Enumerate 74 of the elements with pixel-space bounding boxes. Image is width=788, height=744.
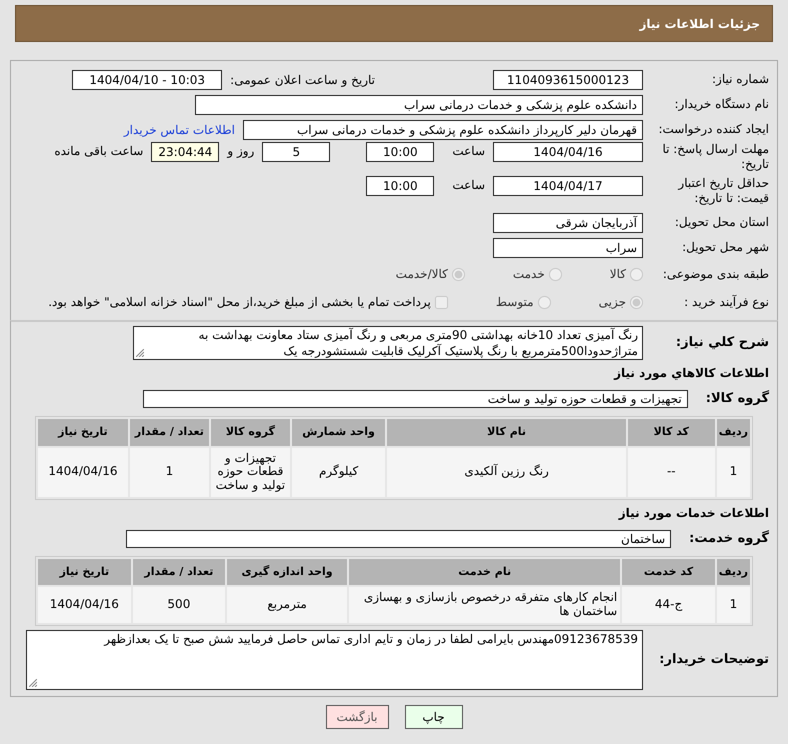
field-label: شهر محل تحویل: [681,240,769,255]
column-header: تاریخ نیاز [38,419,128,446]
column-header: تعداد / مقدار [130,419,210,446]
option-label: پرداخت تمام یا بخشی از مبلغ خرید،از محل "اسناد خزانه اسلامی" خواهد بود. [48,294,431,311]
section-heading: اطلاعات کالاهاي مورد نیاز [612,365,769,382]
field-label: تاریخ و ساعت اعلان عمومی: [230,72,375,88]
text-field[interactable]: ساختمان [126,530,672,548]
field-label: گروه خدمت: [689,530,769,548]
option-label: خدمت [512,266,545,283]
text-field[interactable]: 5 [262,142,330,162]
table-cell: 1 [716,587,750,623]
column-header: واحد شمارش [292,419,386,446]
page-title: جزئیات اطلاعات نیاز [639,16,760,32]
text-field[interactable]: 1104093615000123 [493,70,643,90]
table-cell: 500 [132,587,226,623]
field-label: حداقل تاریخ اعتبار قیمت: تا تاریخ: [676,176,769,206]
column-header: نام خدمت [349,558,620,586]
text-field[interactable]: سراب [493,238,643,258]
column-header: واحد اندازه گیری [227,558,348,586]
notes-field[interactable]: 09123678539مهندس بایرامی لطفا در زمان و تایم اداری تماس حاصل فرمایید شش صبح تا یک بعدازظهر [26,630,643,690]
table-cell: -- [628,448,715,497]
option-label: کالا/خدمت [396,266,448,283]
contact-link[interactable]: اطلاعات تماس خریدار [124,120,235,138]
table-cell: انجام کارهای متفرقه درخصوص بازسازی و بهسازی ساختمان ها [349,587,620,623]
field-value: رنگ آمیزی تعداد 10خانه بهداشتی 90متری مربعی و رنگ آمیزی ستاد معاونت بهداشت به متراژحدودا500مترمربع با رنگ پلاستیک آکرلیک قابلیت شستشودرجه یک [198,328,638,358]
text-field[interactable]: 1404/04/16 [493,142,643,162]
field-label: شماره نیاز: [711,72,769,87]
print-button[interactable]: چاپ [404,704,462,729]
text-field[interactable]: تجهیزات و قطعات حوزه تولید و ساخت [142,390,688,408]
column-header: نام کالا [387,419,626,446]
field-label: نوع فرآیند خرید : [683,294,769,310]
column-header: ردیف [716,558,750,586]
table-cell: 1404/04/16 [38,587,131,623]
table-cell: 1 [130,448,210,497]
field-label: ساعت [452,143,485,160]
field-label: مهلت ارسال پاسخ: تا تاریخ: [661,142,769,172]
text-field[interactable]: 1404/04/10 - 10:03 [72,70,222,90]
field-label: نام دستگاه خریدار: [674,97,769,112]
column-header: کد خدمت [622,558,715,586]
text-field[interactable]: آذربایجان شرقی [493,212,643,232]
section-heading: اطلاعات خدمات مورد نیاز [617,504,769,522]
column-header: کد کالا [628,419,715,446]
text-field[interactable]: 1404/04/17 [493,176,643,196]
table-cell: رنگ رزین آلکیدی [387,448,626,497]
table-cell: مترمربع [227,587,348,623]
table-cell: کیلوگرم [292,448,386,497]
field-label: روز و [227,143,254,160]
text-field[interactable]: قهرمان دلیر کارپرداز دانشکده علوم پزشکی و خدمات درمانی سراب [243,120,643,140]
field-label: ساعت باقی مانده [54,143,144,160]
option-label: متوسط [496,294,534,311]
back-button[interactable]: بازگشت [326,704,388,729]
option-label: کالا [610,266,626,283]
column-header: ردیف [716,419,750,446]
field-label: توضیحات خریدار: [658,652,769,668]
text-field[interactable]: 23:04:44 [151,142,220,162]
option-label: جزیی [598,294,626,311]
field-label: گروه کالا: [706,390,769,408]
field-label: استان محل تحویل: [674,215,769,230]
table-cell: 1 [716,448,750,497]
field-label: ایجاد کننده درخواست: [657,122,769,137]
text-field[interactable]: دانشکده علوم پزشکی و خدمات درمانی سراب [195,94,643,114]
field-value: 09123678539مهندس بایرامی لطفا در زمان و تایم اداری تماس حاصل فرمایید شش صبح تا یک بعدازظهر [104,632,638,646]
field-label: طبقه بندی موضوعی: [662,266,769,282]
table-cell: ج-44 [622,587,715,623]
table-cell: 1404/04/16 [38,448,128,497]
column-header: تاریخ نیاز [38,558,131,586]
text-field[interactable]: 10:00 [366,142,434,162]
table-cell: تجهیزات و قطعات حوزه تولید و ساخت [211,448,290,497]
text-field[interactable]: 10:00 [366,176,434,196]
description-field[interactable]: رنگ آمیزی تعداد 10خانه بهداشتی 90متری مربعی و رنگ آمیزی ستاد معاونت بهداشت به متراژحدودا500مترمربع با رنگ پلاستیک آکرلیک قابلیت شستشودرجه یک [133,326,643,360]
column-header: گروه کالا [211,419,290,446]
column-header: تعداد / مقدار [132,558,226,586]
field-label: شرح کلي نیاز: [674,334,769,352]
field-label: ساعت [452,177,485,194]
